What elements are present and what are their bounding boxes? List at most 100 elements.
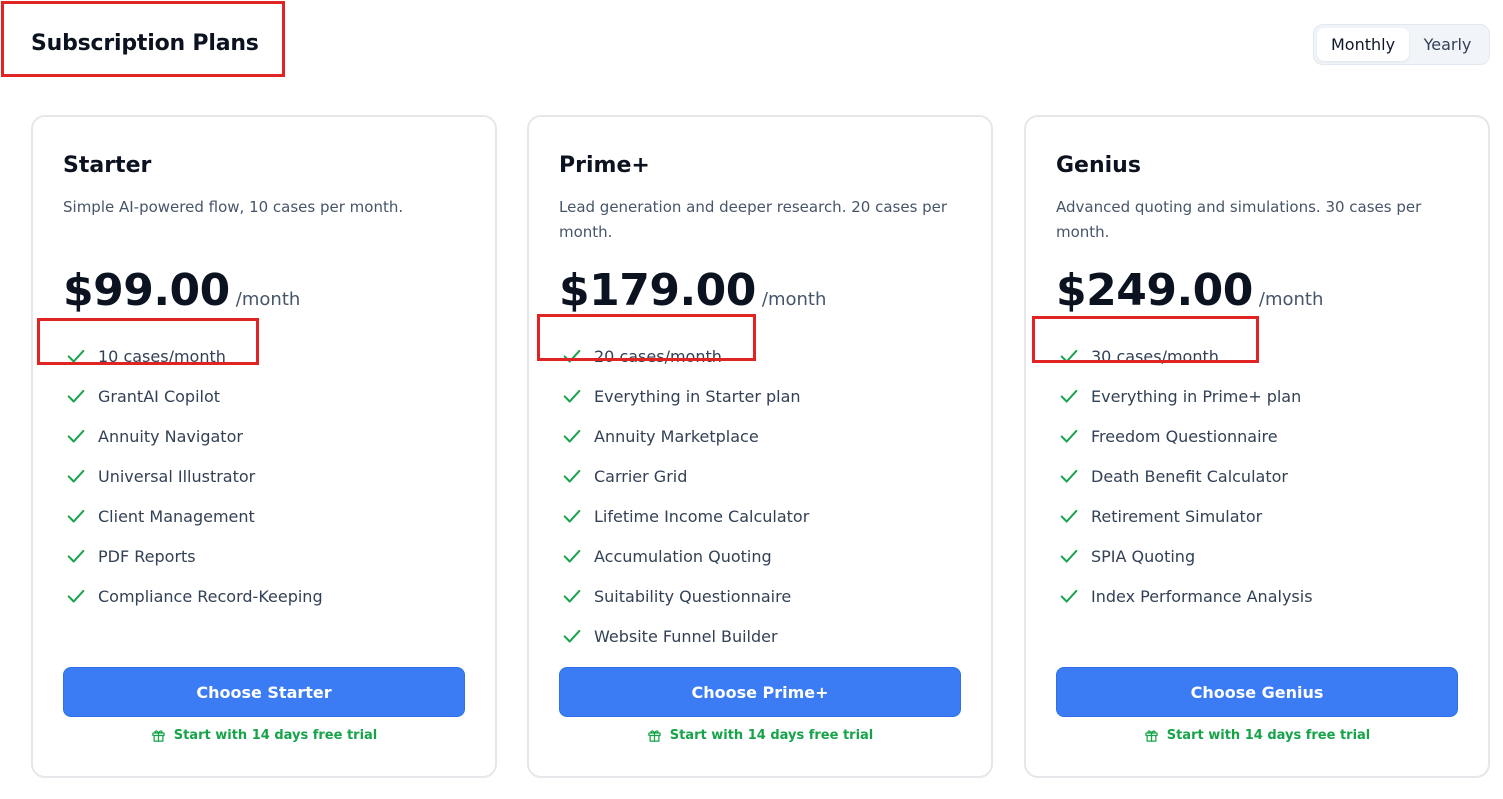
- choose-genius-button[interactable]: Choose Genius: [1056, 667, 1458, 717]
- feature-item: Accumulation Quoting: [559, 536, 809, 576]
- feature-text: Annuity Navigator: [98, 426, 243, 446]
- free-trial-link[interactable]: Start with 14 days free trial: [1056, 728, 1458, 743]
- feature-item: Website Funnel Builder: [559, 616, 809, 656]
- plan-price: $249.00: [1056, 265, 1253, 316]
- gift-icon: [151, 728, 166, 743]
- feature-item: Annuity Marketplace: [559, 416, 809, 456]
- check-icon: [65, 585, 87, 607]
- free-trial-text: Start with 14 days free trial: [669, 728, 874, 743]
- free-trial-text: Start with 14 days free trial: [173, 728, 378, 743]
- check-icon: [561, 465, 583, 487]
- plan-price: $179.00: [559, 265, 756, 316]
- feature-list: 30 cases/month Everything in Prime+ plan F…: [1056, 336, 1313, 616]
- check-icon: [65, 505, 87, 527]
- feature-text: Freedom Questionnaire: [1091, 426, 1278, 446]
- feature-text: Annuity Marketplace: [594, 426, 759, 446]
- price-period: /month: [761, 289, 827, 310]
- feature-text: Accumulation Quoting: [594, 546, 772, 566]
- page-title: Subscription Plans: [31, 31, 259, 56]
- plan-card-starter: Starter Simple AI-powered flow, 10 cases…: [31, 115, 497, 778]
- check-icon: [561, 625, 583, 647]
- plan-card-prime-plus: Prime+ Lead generation and deeper resear…: [527, 115, 993, 778]
- billing-period-toggle: Monthly Yearly: [1313, 24, 1490, 65]
- feature-item: Carrier Grid: [559, 456, 809, 496]
- check-icon: [65, 345, 87, 367]
- free-trial-text: Start with 14 days free trial: [1166, 728, 1371, 743]
- feature-item: Everything in Prime+ plan: [1056, 376, 1313, 416]
- feature-item: Freedom Questionnaire: [1056, 416, 1313, 456]
- check-icon: [65, 425, 87, 447]
- free-trial-link[interactable]: Start with 14 days free trial: [63, 728, 465, 743]
- feature-text: Website Funnel Builder: [594, 626, 778, 646]
- check-icon: [1058, 585, 1080, 607]
- subscription-page: Subscription Plans Monthly Yearly Starte…: [0, 0, 1503, 799]
- feature-item: SPIA Quoting: [1056, 536, 1313, 576]
- check-icon: [65, 385, 87, 407]
- price-row: $179.00 /month: [559, 265, 826, 316]
- check-icon: [561, 505, 583, 527]
- price-row: $99.00 /month: [63, 265, 300, 316]
- gift-icon: [1144, 728, 1159, 743]
- toggle-monthly[interactable]: Monthly: [1317, 28, 1409, 61]
- feature-text: Retirement Simulator: [1091, 506, 1263, 526]
- feature-item: Annuity Navigator: [63, 416, 323, 456]
- check-icon: [1058, 465, 1080, 487]
- feature-text: 20 cases/month: [594, 346, 722, 366]
- feature-list: 20 cases/month Everything in Starter plan…: [559, 336, 809, 656]
- feature-text: Index Performance Analysis: [1091, 586, 1313, 606]
- gift-icon: [647, 728, 662, 743]
- plan-card-genius: Genius Advanced quoting and simulations.…: [1024, 115, 1490, 778]
- plan-description: Lead generation and deeper research. 20 …: [559, 198, 948, 241]
- feature-item: 10 cases/month: [63, 336, 323, 376]
- plan-price: $99.00: [63, 265, 230, 316]
- feature-text: 10 cases/month: [98, 346, 226, 366]
- plan-name: Genius: [1056, 153, 1141, 178]
- feature-text: Lifetime Income Calculator: [594, 506, 810, 526]
- feature-item: Index Performance Analysis: [1056, 576, 1313, 616]
- price-row: $249.00 /month: [1056, 265, 1323, 316]
- feature-text: Everything in Starter plan: [594, 386, 801, 406]
- check-icon: [561, 425, 583, 447]
- free-trial-link[interactable]: Start with 14 days free trial: [559, 728, 961, 743]
- price-period: /month: [1258, 289, 1324, 310]
- feature-text: Universal Illustrator: [98, 466, 256, 486]
- plan-description: Advanced quoting and simulations. 30 cas…: [1056, 198, 1422, 241]
- feature-item: Lifetime Income Calculator: [559, 496, 809, 536]
- check-icon: [1058, 545, 1080, 567]
- check-icon: [1058, 385, 1080, 407]
- feature-text: GrantAI Copilot: [98, 386, 221, 406]
- feature-item: Suitability Questionnaire: [559, 576, 809, 616]
- choose-prime-plus-button[interactable]: Choose Prime+: [559, 667, 961, 717]
- feature-item: Retirement Simulator: [1056, 496, 1313, 536]
- plan-description: Simple AI-powered flow, 10 cases per mon…: [63, 198, 404, 216]
- check-icon: [1058, 345, 1080, 367]
- feature-text: PDF Reports: [98, 546, 196, 566]
- feature-text: Client Management: [98, 506, 255, 526]
- feature-item: Client Management: [63, 496, 323, 536]
- check-icon: [561, 345, 583, 367]
- feature-text: Suitability Questionnaire: [594, 586, 792, 606]
- feature-item: GrantAI Copilot: [63, 376, 323, 416]
- feature-item: Everything in Starter plan: [559, 376, 809, 416]
- check-icon: [65, 545, 87, 567]
- toggle-yearly[interactable]: Yearly: [1409, 28, 1486, 61]
- plan-name: Prime+: [559, 153, 650, 178]
- choose-starter-button[interactable]: Choose Starter: [63, 667, 465, 717]
- feature-item: Death Benefit Calculator: [1056, 456, 1313, 496]
- feature-item: Compliance Record-Keeping: [63, 576, 323, 616]
- check-icon: [561, 385, 583, 407]
- check-icon: [561, 585, 583, 607]
- check-icon: [1058, 505, 1080, 527]
- price-period: /month: [235, 289, 301, 310]
- feature-list: 10 cases/month GrantAI Copilot Annuity Nav…: [63, 336, 323, 616]
- feature-text: Compliance Record-Keeping: [98, 586, 323, 606]
- feature-text: Carrier Grid: [594, 466, 688, 486]
- feature-item: PDF Reports: [63, 536, 323, 576]
- check-icon: [65, 465, 87, 487]
- feature-text: Death Benefit Calculator: [1091, 466, 1288, 486]
- plan-name: Starter: [63, 153, 152, 178]
- feature-text: SPIA Quoting: [1091, 546, 1196, 566]
- feature-item: Universal Illustrator: [63, 456, 323, 496]
- check-icon: [561, 545, 583, 567]
- feature-item: 30 cases/month: [1056, 336, 1313, 376]
